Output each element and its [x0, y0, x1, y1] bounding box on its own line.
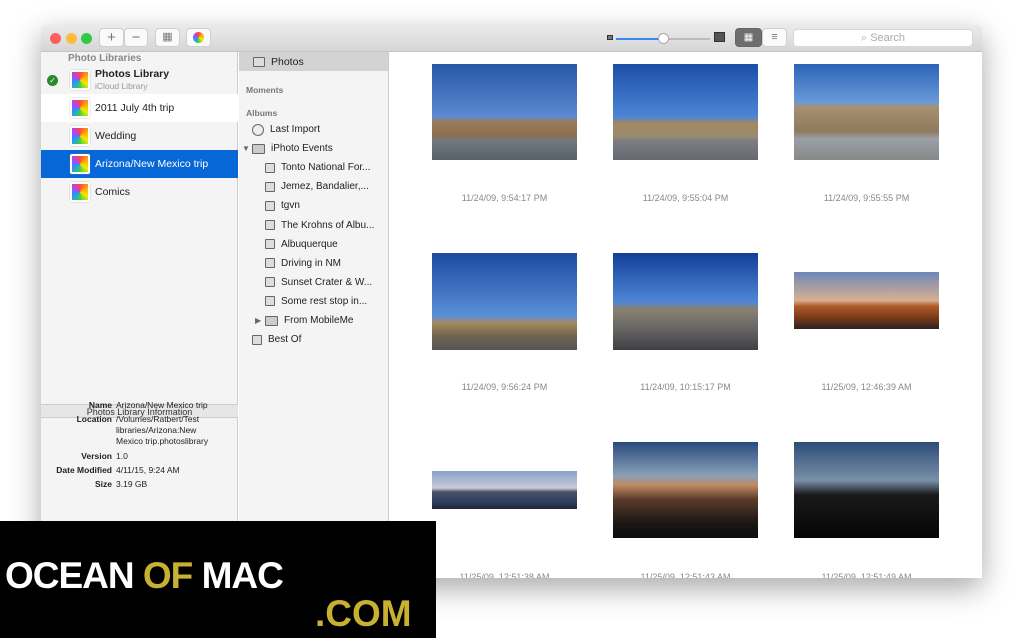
library-icon — [70, 98, 90, 118]
photo-thumbnail[interactable] — [794, 272, 939, 329]
library-name: Photos Library — [95, 68, 170, 80]
album-icon — [265, 181, 275, 192]
info-row: Date Modified 4/11/15, 9:24 AM — [56, 465, 180, 475]
album-item[interactable]: Tonto National For... — [265, 158, 371, 177]
photo-date: 11/24/09, 9:55:55 PM — [823, 193, 910, 203]
library-name: Arizona/New Mexico trip — [95, 158, 209, 170]
info-row: Location/Volumes/Ratbert/Test libraries/… — [76, 414, 209, 446]
libraries-header: Photo Libraries — [68, 53, 142, 64]
info-row: Name Arizona/New Mexico trip — [88, 400, 208, 410]
small-thumb-icon — [607, 35, 613, 40]
library-subtitle: iCloud Library — [95, 81, 148, 91]
album-item[interactable]: Sunset Crater & W... — [265, 273, 372, 292]
photo-date: 11/24/09, 9:54:17 PM — [461, 193, 548, 203]
album-item[interactable]: Some rest stop in... — [265, 292, 367, 311]
toolbar: + − ▦ ▦ ≡ ⌕ Search — [41, 25, 982, 52]
library-icon — [70, 70, 90, 90]
library-item[interactable]: Comics — [41, 178, 238, 206]
add-library-button[interactable]: + — [99, 28, 124, 47]
watermark-logo: OCEAN OF MAC .COM — [0, 521, 436, 638]
photo-grid: 11/24/09, 9:54:17 PM 11/24/09, 9:55:04 PM… — [389, 52, 982, 578]
search-input[interactable]: ⌕ Search — [793, 29, 973, 47]
search-icon: ⌕ — [860, 32, 868, 44]
photo-date: 11/25/09, 12:51:49 AM — [821, 572, 912, 578]
folder-icon — [252, 143, 265, 154]
photo-thumbnail[interactable] — [432, 64, 577, 160]
library-name: Wedding — [95, 130, 137, 142]
disclosure-triangle-icon[interactable]: ▼ — [242, 144, 250, 153]
photo-thumbnail[interactable] — [613, 442, 758, 538]
grid-view-button[interactable]: ▦ — [735, 28, 762, 47]
album-item[interactable]: Albuquerque — [265, 235, 338, 254]
album-icon — [265, 162, 275, 173]
library-name: Comics — [95, 186, 131, 198]
album-item[interactable]: ▼ iPhoto Events — [242, 139, 333, 158]
album-icon — [265, 258, 275, 269]
album-item[interactable]: Best Of — [252, 330, 301, 349]
album-item[interactable]: Driving in NM — [265, 254, 341, 273]
library-name: 2011 July 4th trip — [95, 102, 175, 114]
photo-thumbnail[interactable] — [432, 253, 577, 350]
sidebar-item-photos[interactable]: Photos — [239, 52, 388, 71]
minimize-button[interactable] — [66, 33, 77, 44]
album-icon — [265, 277, 275, 288]
album-icon — [252, 334, 262, 345]
library-item[interactable]: Arizona/New Mexico trip — [41, 150, 238, 178]
library-item[interactable]: 2011 July 4th trip — [41, 94, 238, 122]
album-icon — [265, 239, 275, 250]
thumbnail-size-slider[interactable] — [616, 33, 710, 44]
album-item[interactable]: Last Import — [252, 120, 320, 139]
album-item[interactable]: ▶ From MobileMe — [255, 311, 353, 330]
info-row: Size 3.19 GB — [94, 479, 148, 489]
list-view-button[interactable]: ≡ — [762, 28, 787, 47]
photo-thumbnail[interactable] — [613, 253, 758, 350]
photos-app-icon — [193, 32, 204, 43]
albums-sidebar: Photos Moments Albums Last Import ▼ iPhoto… — [239, 52, 389, 578]
checkmark-icon: ✓ — [47, 75, 58, 86]
album-item[interactable]: The Krohns of Albu... — [265, 216, 374, 235]
library-icon — [70, 182, 90, 202]
photo-thumbnail[interactable] — [432, 471, 577, 509]
grid-icon[interactable]: ▦ — [155, 28, 180, 47]
remove-library-button[interactable]: − — [124, 28, 148, 47]
library-item[interactable]: Wedding — [41, 122, 238, 150]
photo-date: 11/25/09, 12:46:39 AM — [821, 382, 912, 392]
album-icon — [265, 200, 275, 211]
info-row: Version 1.0 — [81, 451, 128, 461]
library-item[interactable]: ✓ Photos Library iCloud Library — [41, 66, 238, 94]
photo-date: 11/25/09, 12:51:38 AM — [459, 572, 550, 578]
clock-icon — [252, 123, 264, 136]
photo-thumbnail[interactable] — [794, 64, 939, 160]
close-button[interactable] — [50, 33, 61, 44]
sidebar-item-moments[interactable]: Moments — [246, 80, 283, 99]
photo-thumbnail[interactable] — [613, 64, 758, 160]
photos-app-button[interactable] — [186, 28, 211, 47]
photo-date: 11/24/09, 10:15:17 PM — [640, 382, 731, 392]
album-item[interactable]: Jemez, Bandalier,... — [265, 177, 369, 196]
large-thumb-icon — [714, 32, 725, 42]
album-icon — [265, 220, 275, 230]
photo-date: 11/24/09, 9:56:24 PM — [461, 382, 548, 392]
photo-thumbnail[interactable] — [794, 442, 939, 538]
library-icon — [70, 126, 90, 146]
photo-date: 11/24/09, 9:55:04 PM — [642, 193, 729, 203]
album-item[interactable]: tgvn — [265, 196, 300, 215]
folder-icon — [265, 315, 278, 326]
library-icon — [70, 154, 90, 174]
album-icon — [265, 296, 275, 307]
library-sidebar: Photo Libraries ✓ Photos Library iCloud Li… — [41, 52, 238, 578]
photos-window: + − ▦ ▦ ≡ ⌕ Search Photo Libraries ✓ Phot… — [41, 25, 982, 578]
photo-date: 11/25/09, 12:51:43 AM — [640, 572, 731, 578]
photos-icon — [253, 56, 265, 67]
zoom-button[interactable] — [81, 33, 92, 44]
disclosure-triangle-icon[interactable]: ▶ — [255, 316, 261, 325]
